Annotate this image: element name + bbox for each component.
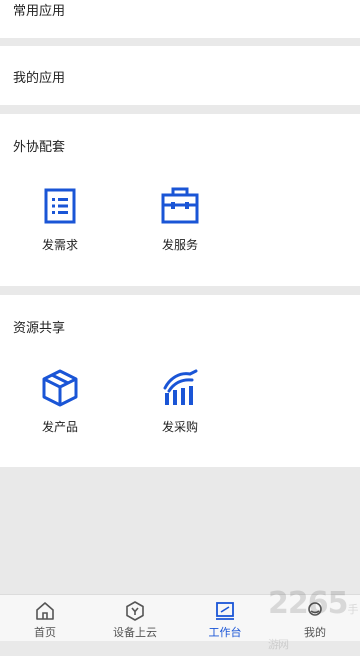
- post-purchase-button[interactable]: 发采购: [135, 368, 225, 435]
- common-apps-title: 常用应用: [13, 4, 66, 19]
- resource-sharing-title: 资源共享: [13, 321, 66, 336]
- tab-workbench-label: 工作台: [208, 626, 242, 639]
- tab-home[interactable]: 首页: [0, 595, 90, 641]
- toolbox-icon: [160, 186, 200, 226]
- post-purchase-label: 发采购: [161, 420, 198, 434]
- my-apps-section[interactable]: 我的应用: [0, 46, 360, 105]
- my-apps-title: 我的应用: [13, 71, 66, 86]
- resource-sharing-section: 资源共享 发产品 发采购: [0, 295, 360, 467]
- workbench-icon: [216, 602, 234, 620]
- outsourcing-section: 外协配套 发需求 发服务: [0, 114, 360, 286]
- post-service-label: 发服务: [161, 238, 198, 252]
- tab-device-cloud-label: 设备上云: [113, 626, 157, 639]
- box-icon: [40, 368, 80, 408]
- post-product-button[interactable]: 发产品: [15, 368, 105, 435]
- post-service-button[interactable]: 发服务: [135, 186, 225, 253]
- device-cloud-icon: [126, 601, 144, 621]
- tab-workbench[interactable]: 工作台: [180, 595, 270, 641]
- purchase-chart-icon: [160, 368, 200, 408]
- post-demand-label: 发需求: [41, 238, 78, 252]
- watermark-text: 2265: [268, 586, 348, 621]
- watermark-logo: 2265手游网: [268, 586, 360, 656]
- tab-device-cloud[interactable]: 设备上云: [90, 595, 180, 641]
- outsourcing-title: 外协配套: [13, 140, 66, 155]
- home-icon: [36, 602, 54, 620]
- post-demand-button[interactable]: 发需求: [15, 186, 105, 253]
- post-product-label: 发产品: [41, 420, 78, 434]
- tab-home-label: 首页: [34, 626, 56, 639]
- list-document-icon: [40, 186, 80, 226]
- common-apps-section[interactable]: 常用应用: [0, 0, 360, 38]
